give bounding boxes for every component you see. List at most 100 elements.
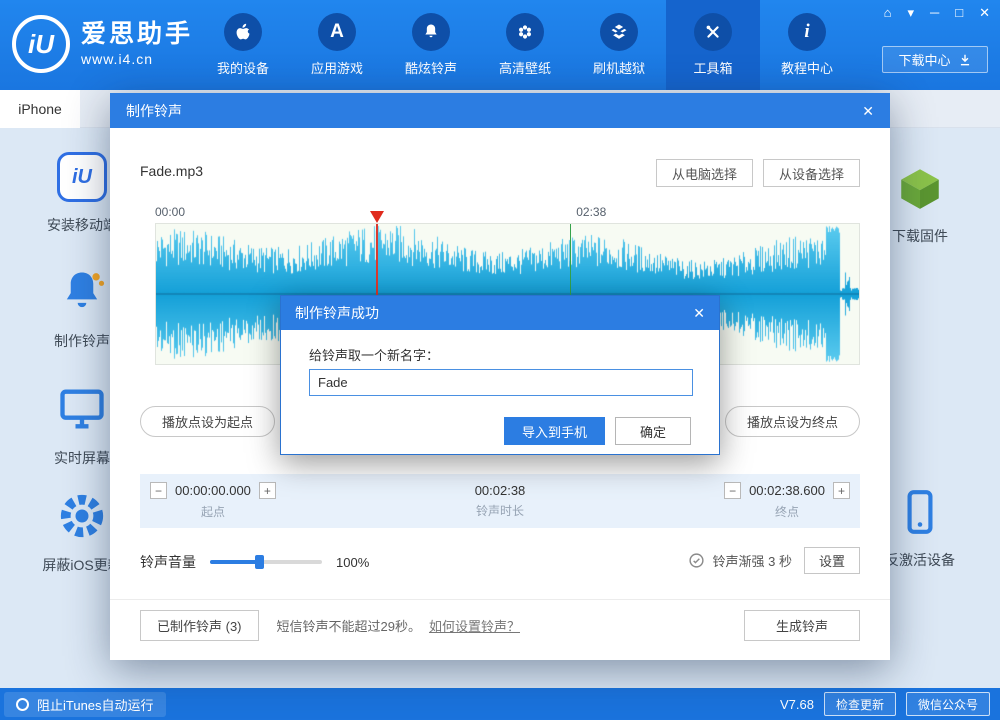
start-time-label: 起点 xyxy=(201,503,225,520)
nav-label: 酷炫铃声 xyxy=(405,58,457,77)
divider xyxy=(110,599,890,600)
choose-from-device-button[interactable]: 从设备选择 xyxy=(763,159,860,187)
version-label: V7.68 xyxy=(780,697,814,712)
success-dialog-titlebar: 制作铃声成功 ✕ xyxy=(281,296,719,330)
status-bar: 阻止iTunes自动运行 V7.68 检查更新 微信公众号 xyxy=(0,688,1000,720)
volume-slider[interactable] xyxy=(210,560,322,564)
sms-limit-hint: 短信铃声不能超过29秒。 xyxy=(277,616,421,635)
app-title: 爱思助手 xyxy=(81,21,193,49)
choose-from-pc-button[interactable]: 从电脑选择 xyxy=(656,159,753,187)
fade-settings-button[interactable]: 设置 xyxy=(804,547,860,574)
toolbox-icon xyxy=(694,13,732,51)
nav-jailbreak[interactable]: 刷机越狱 xyxy=(572,0,666,90)
end-plus-button[interactable]: + xyxy=(833,482,850,499)
close-icon[interactable]: ✕ xyxy=(979,5,990,21)
fade-in-label: 铃声渐强 3 秒 xyxy=(713,551,792,570)
duration-group: 00:02:38 铃声时长 xyxy=(475,483,526,519)
radio-icon xyxy=(16,698,29,711)
rename-prompt: 给铃声取一个新名字： xyxy=(309,345,439,364)
wechat-account-button[interactable]: 微信公众号 xyxy=(906,692,990,716)
nav-apps-games[interactable]: A 应用游戏 xyxy=(290,0,384,90)
check-circle-icon[interactable] xyxy=(688,552,705,569)
volume-slider-handle[interactable] xyxy=(255,555,264,569)
bell-icon xyxy=(412,13,450,51)
duration-label: 铃声时长 xyxy=(476,502,524,519)
volume-slider-fill xyxy=(210,560,259,564)
logo-icon: iU xyxy=(12,15,70,73)
close-icon[interactable]: ✕ xyxy=(693,306,705,320)
set-start-point-button[interactable]: 播放点设为起点 xyxy=(140,406,275,437)
nav-label: 应用游戏 xyxy=(311,58,363,77)
download-center-button[interactable]: 下载中心 xyxy=(882,46,988,73)
ringtone-dialog-titlebar: 制作铃声 ✕ xyxy=(110,93,890,128)
download-icon xyxy=(958,53,972,67)
wave-end-label: 02:38 xyxy=(576,205,606,219)
set-end-point-button[interactable]: 播放点设为终点 xyxy=(725,406,860,437)
how-to-set-ringtone-link[interactable]: 如何设置铃声？ xyxy=(429,616,520,635)
start-time-value: 00:00:00.000 xyxy=(175,483,251,498)
end-time-group: − 00:02:38.600 + 终点 xyxy=(724,482,850,520)
start-plus-button[interactable]: + xyxy=(259,482,276,499)
phone-icon xyxy=(895,487,945,537)
ringtone-name-input[interactable] xyxy=(309,369,693,396)
install-mobile-icon: iU xyxy=(57,152,107,202)
made-ringtones-button[interactable]: 已制作铃声 (3) xyxy=(140,610,259,641)
playhead-marker[interactable] xyxy=(370,211,384,230)
ok-button[interactable]: 确定 xyxy=(615,417,691,445)
header-bar: iU 爱思助手 www.i4.cn 我的设备 A 应用游戏 酷炫铃声 xyxy=(0,0,1000,90)
tool-label: 安装移动端 xyxy=(47,215,117,235)
generate-ringtone-button[interactable]: 生成铃声 xyxy=(744,610,860,641)
nav-my-devices[interactable]: 我的设备 xyxy=(196,0,290,90)
maximize-icon[interactable]: □ xyxy=(955,5,963,21)
end-minus-button[interactable]: − xyxy=(724,482,741,499)
volume-row: 铃声音量 100% xyxy=(140,548,369,576)
main-nav: 我的设备 A 应用游戏 酷炫铃声 高清壁纸 xyxy=(196,0,854,90)
download-center-label: 下载中心 xyxy=(898,50,950,69)
app-window: iU 爱思助手 www.i4.cn 我的设备 A 应用游戏 酷炫铃声 xyxy=(0,0,1000,720)
nav-label: 刷机越狱 xyxy=(593,58,645,77)
close-icon[interactable]: ✕ xyxy=(862,104,874,118)
start-time-group: − 00:00:00.000 + 起点 xyxy=(150,482,276,520)
app-logo: iU 爱思助手 www.i4.cn xyxy=(12,15,193,73)
app-url: www.i4.cn xyxy=(81,51,193,67)
tab-iphone[interactable]: iPhone xyxy=(0,90,80,128)
time-settings-row: − 00:00:00.000 + 起点 00:02:38 铃声时长 − 00:0… xyxy=(140,474,860,528)
wave-start-label: 00:00 xyxy=(155,205,185,219)
ringtone-bell-icon xyxy=(56,266,108,318)
end-time-value: 00:02:38.600 xyxy=(749,483,825,498)
appstore-icon: A xyxy=(318,13,356,51)
nav-toolbox[interactable]: 工具箱 xyxy=(666,0,760,90)
ringtone-success-dialog: 制作铃声成功 ✕ 给铃声取一个新名字： 导入到手机 确定 xyxy=(280,295,720,455)
jailbreak-box-icon xyxy=(600,13,638,51)
monitor-icon xyxy=(56,383,108,435)
nav-label: 高清壁纸 xyxy=(499,58,551,77)
nav-label: 工具箱 xyxy=(693,58,732,77)
gear-icon xyxy=(56,490,108,542)
volume-label: 铃声音量 xyxy=(140,552,196,572)
tool-label: 制作铃声 xyxy=(54,331,110,351)
firmware-cube-icon xyxy=(895,163,945,213)
import-to-phone-button[interactable]: 导入到手机 xyxy=(504,417,605,445)
bottom-action-row: 已制作铃声 (3) 短信铃声不能超过29秒。 如何设置铃声？ 生成铃声 xyxy=(140,610,860,641)
current-filename: Fade.mp3 xyxy=(140,163,203,179)
minimize-icon[interactable]: ─ xyxy=(930,5,939,21)
start-minus-button[interactable]: − xyxy=(150,482,167,499)
block-itunes-toggle[interactable]: 阻止iTunes自动运行 xyxy=(4,692,166,717)
tool-label: 下载固件 xyxy=(892,226,948,246)
skin-icon[interactable]: ▾ xyxy=(907,5,914,21)
check-update-button[interactable]: 检查更新 xyxy=(824,692,896,716)
fade-in-control: 铃声渐强 3 秒 设置 xyxy=(688,545,860,575)
ringtone-dialog-title: 制作铃声 xyxy=(126,101,182,121)
nav-ringtones[interactable]: 酷炫铃声 xyxy=(384,0,478,90)
home-icon[interactable]: ⌂ xyxy=(884,5,892,21)
nav-label: 教程中心 xyxy=(781,58,833,77)
duration-value: 00:02:38 xyxy=(475,483,526,498)
block-itunes-label: 阻止iTunes自动运行 xyxy=(37,695,154,714)
info-icon: i xyxy=(788,13,826,51)
nav-wallpapers[interactable]: 高清壁纸 xyxy=(478,0,572,90)
nav-tutorials[interactable]: i 教程中心 xyxy=(760,0,854,90)
tool-label: 反激活设备 xyxy=(885,550,955,570)
success-dialog-title: 制作铃声成功 xyxy=(295,303,379,323)
apple-icon xyxy=(224,13,262,51)
volume-value: 100% xyxy=(336,555,369,570)
